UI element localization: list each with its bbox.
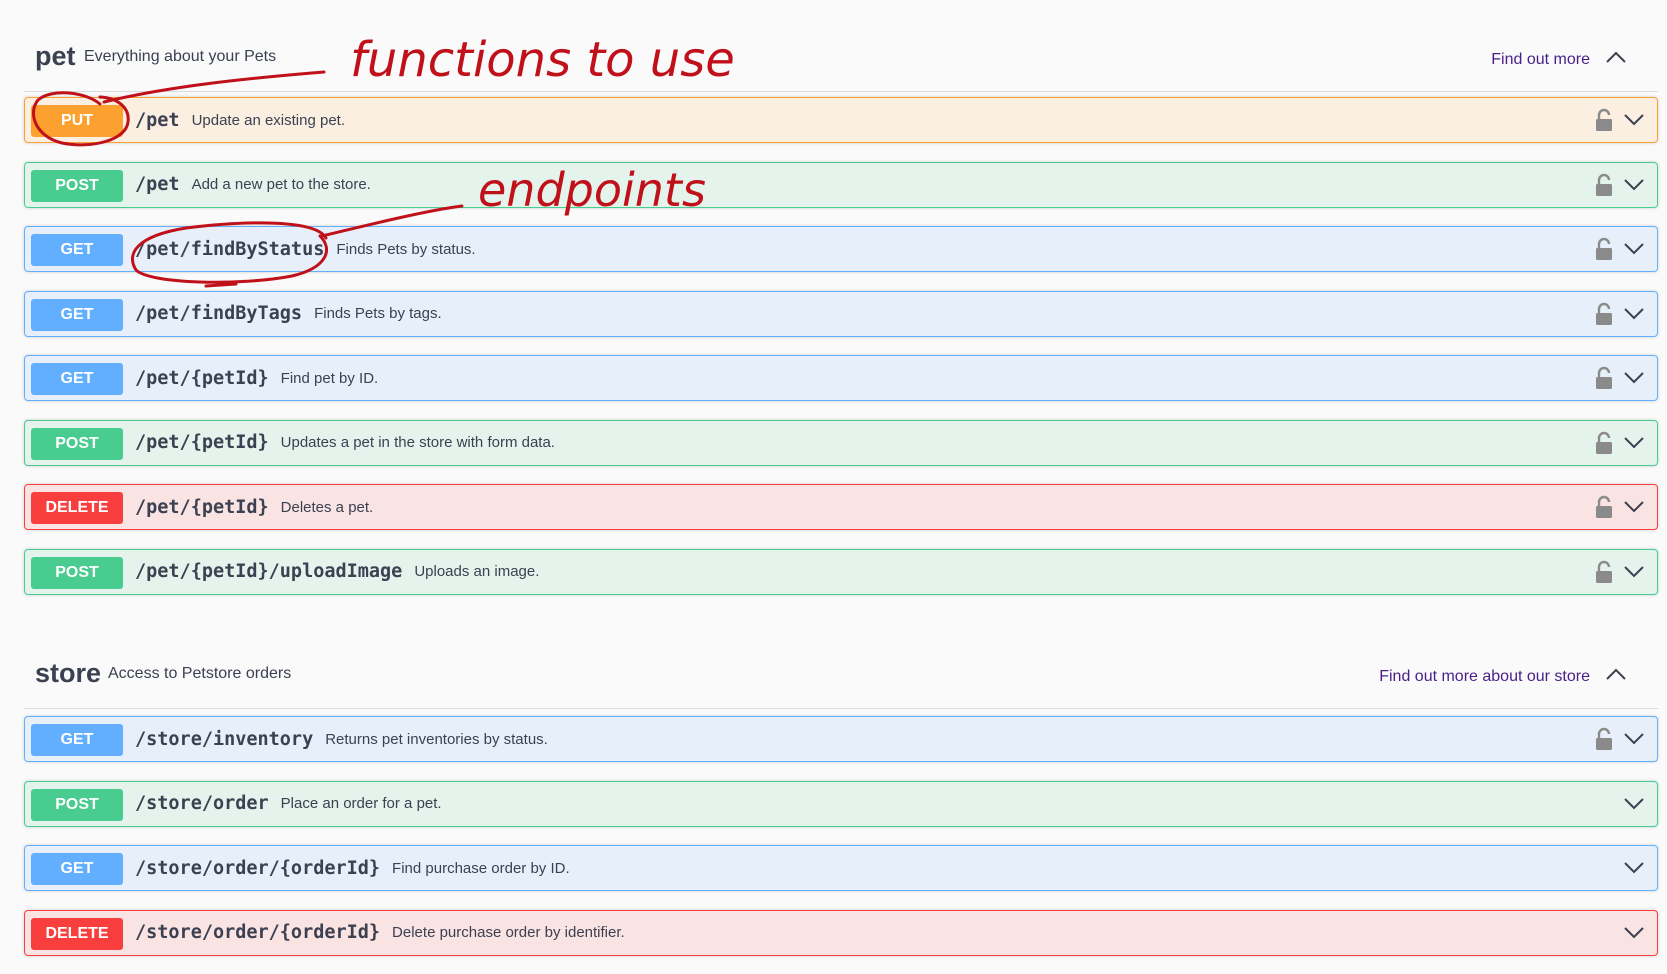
chevron-down-icon[interactable]	[1623, 795, 1645, 811]
operation-summary: Delete purchase order by identifier.	[392, 924, 625, 941]
operation-path: /pet	[135, 109, 180, 131]
chevron-down-icon[interactable]	[1623, 563, 1645, 579]
operation-path: /pet/{petId}	[135, 432, 269, 453]
lock-icon[interactable]	[1594, 237, 1614, 261]
operation-path: /pet/{petId}/uploadImage	[135, 561, 403, 582]
lock-icon[interactable]	[1594, 560, 1614, 584]
operation-path: /pet/findByStatus	[135, 238, 325, 260]
method-badge: GET	[31, 853, 123, 885]
chevron-down-icon[interactable]	[1623, 240, 1645, 256]
operation-summary: Update an existing pet.	[191, 111, 345, 129]
operation-summary: Find pet by ID.	[280, 369, 379, 387]
operation-path: /store/order/{orderId}	[135, 857, 381, 879]
operation-summary: Finds Pets by status.	[336, 240, 476, 258]
operation-path: /pet/{petId}	[135, 496, 269, 518]
operation-summary: Uploads an image.	[414, 563, 540, 580]
method-badge: POST	[31, 556, 123, 589]
operation-delete-store-order-orderid[interactable]: DELETE /store/order/{orderId} Delete purc…	[24, 909, 1658, 956]
tag-name: pet	[35, 41, 76, 71]
operation-get-pet-findbytags[interactable]: GET /pet/findByTags Finds Pets by tags.	[24, 290, 1658, 337]
lock-icon[interactable]	[1594, 727, 1614, 751]
operation-delete-pet-petid[interactable]: DELETE /pet/{petId} Deletes a pet.	[24, 484, 1658, 530]
swagger-operations: pet Everything about your Pets Find out …	[24, 0, 1658, 974]
method-badge: GET	[31, 724, 123, 756]
chevron-down-icon[interactable]	[1623, 305, 1645, 321]
method-badge: GET	[31, 298, 123, 331]
lock-icon[interactable]	[1594, 431, 1614, 455]
chevron-up-icon[interactable]	[1604, 666, 1628, 682]
operation-path: /store/order	[135, 793, 269, 814]
chevron-down-icon[interactable]	[1623, 859, 1645, 875]
tag-description: Access to Petstore orders	[108, 665, 292, 682]
operation-summary: Find purchase order by ID.	[392, 859, 570, 877]
operation-path: /store/order/{orderId}	[135, 922, 381, 943]
method-badge: PUT	[31, 105, 123, 137]
operation-get-pet-petid[interactable]: GET /pet/{petId} Find pet by ID.	[24, 355, 1658, 401]
tag-description: Everything about your Pets	[84, 48, 277, 65]
operation-get-pet-findbystatus[interactable]: GET /pet/findByStatus Finds Pets by statu…	[24, 226, 1658, 272]
tag-header-pet[interactable]: pet Everything about your Pets Find out …	[24, 0, 1658, 92]
operation-path: /pet	[135, 174, 180, 195]
operation-get-store-inventory[interactable]: GET /store/inventory Returns pet inventor…	[24, 716, 1658, 762]
operation-summary: Returns pet inventories by status.	[325, 730, 548, 748]
chevron-down-icon[interactable]	[1623, 176, 1645, 192]
chevron-down-icon[interactable]	[1623, 434, 1645, 450]
find-out-more-link[interactable]: Find out more	[1491, 51, 1590, 69]
operations-list-store: GET /store/inventory Returns pet inventor…	[24, 709, 1658, 956]
method-badge: POST	[31, 169, 123, 202]
operations-list-pet: PUT /pet Update an existing pet. POST /pe…	[24, 92, 1658, 595]
method-badge: GET	[31, 363, 123, 395]
method-badge: DELETE	[31, 492, 123, 524]
operation-path: /pet/{petId}	[135, 367, 269, 389]
operation-get-store-order-orderid[interactable]: GET /store/order/{orderId} Find purchase …	[24, 845, 1658, 891]
operation-post-pet[interactable]: POST /pet Add a new pet to the store.	[24, 161, 1658, 208]
operation-summary: Place an order for a pet.	[280, 795, 442, 812]
method-badge: DELETE	[31, 917, 123, 950]
find-out-more-store-link[interactable]: Find out more about our store	[1379, 668, 1590, 686]
chevron-down-icon[interactable]	[1623, 498, 1645, 514]
chevron-down-icon[interactable]	[1623, 730, 1645, 746]
chevron-up-icon[interactable]	[1604, 49, 1628, 65]
method-badge: POST	[31, 788, 123, 821]
lock-icon[interactable]	[1594, 495, 1614, 519]
operation-summary: Deletes a pet.	[280, 498, 374, 516]
tag-name: store	[35, 658, 102, 688]
operation-post-store-order[interactable]: POST /store/order Place an order for a pe…	[24, 780, 1658, 827]
operation-post-pet-petid[interactable]: POST /pet/{petId} Updates a pet in the st…	[24, 419, 1658, 466]
lock-icon[interactable]	[1594, 108, 1614, 132]
operation-post-pet-uploadimage[interactable]: POST /pet/{petId}/uploadImage Uploads an …	[24, 548, 1658, 595]
tag-header-store[interactable]: store Access to Petstore orders Find out…	[24, 613, 1658, 709]
chevron-down-icon[interactable]	[1623, 369, 1645, 385]
lock-icon[interactable]	[1594, 173, 1614, 197]
operation-path: /store/inventory	[135, 728, 314, 750]
chevron-down-icon[interactable]	[1623, 924, 1645, 940]
operation-put-pet[interactable]: PUT /pet Update an existing pet.	[24, 97, 1658, 143]
operation-summary: Updates a pet in the store with form dat…	[280, 434, 555, 451]
method-badge: GET	[31, 234, 123, 266]
lock-icon[interactable]	[1594, 366, 1614, 390]
operation-path: /pet/findByTags	[135, 303, 303, 324]
method-badge: POST	[31, 427, 123, 460]
lock-icon[interactable]	[1594, 302, 1614, 326]
operation-summary: Finds Pets by tags.	[314, 305, 442, 322]
operation-summary: Add a new pet to the store.	[191, 176, 371, 193]
chevron-down-icon[interactable]	[1623, 111, 1645, 127]
